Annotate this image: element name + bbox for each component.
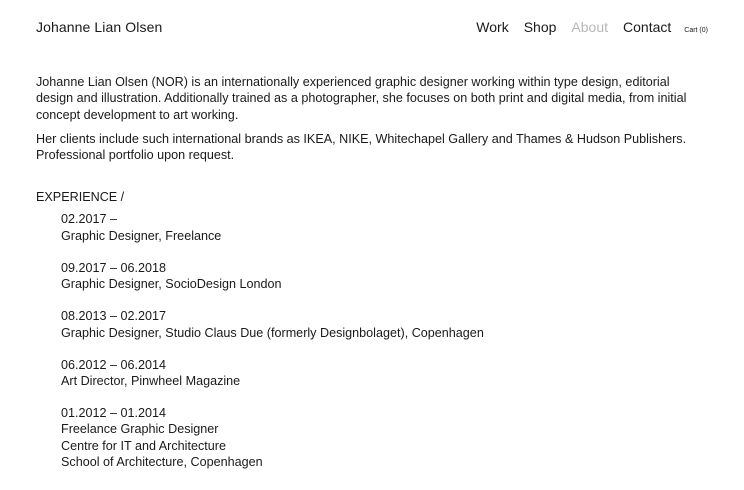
- experience-dates: 09.2017 – 06.2018: [61, 260, 167, 275]
- experience-item: 02.2017 – Graphic Designer, Freelance: [61, 211, 696, 243]
- experience-item: 06.2012 – 06.2014 Art Director, Pinwheel…: [61, 357, 696, 389]
- experience-item: 09.2017 – 06.2018 Graphic Designer, Soci…: [61, 260, 696, 292]
- nav-shop-link[interactable]: Shop: [524, 19, 557, 35]
- bio-section: Johanne Lian Olsen (NOR) is an internati…: [36, 74, 696, 163]
- nav-about-link[interactable]: About: [571, 19, 608, 35]
- experience-list: 02.2017 – Graphic Designer, Freelance 09…: [36, 211, 696, 469]
- experience-role: Graphic Designer, Studio Claus Due (form…: [61, 325, 484, 340]
- cart-link[interactable]: Cart (0): [684, 27, 708, 34]
- experience-item: 01.2012 – 01.2014 Freelance Graphic Desi…: [61, 405, 696, 470]
- bio-paragraph-2: Her clients include such international b…: [36, 131, 687, 163]
- about-content: Johanne Lian Olsen (NOR) is an internati…: [36, 74, 696, 486]
- experience-dates: 06.2012 – 06.2014: [61, 357, 167, 372]
- experience-dates: 08.2013 – 02.2017: [61, 309, 167, 324]
- nav-work-link[interactable]: Work: [476, 19, 508, 35]
- bio-paragraph-1: Johanne Lian Olsen (NOR) is an internati…: [36, 75, 687, 122]
- site-title-link[interactable]: Johanne Lian Olsen: [36, 19, 162, 35]
- experience-role: Graphic Designer, Freelance: [61, 228, 222, 243]
- experience-dates: 02.2017 –: [61, 212, 118, 227]
- site-header: Johanne Lian Olsen Work Shop About Conta…: [0, 0, 744, 56]
- nav-contact-link[interactable]: Contact: [623, 19, 671, 35]
- experience-item: 08.2013 – 02.2017 Graphic Designer, Stud…: [61, 308, 696, 340]
- experience-role: Art Director, Pinwheel Magazine: [61, 373, 241, 388]
- experience-section: EXPERIENCE / 02.2017 – Graphic Designer,…: [36, 189, 696, 469]
- experience-heading: EXPERIENCE /: [36, 190, 125, 205]
- main-nav: Work Shop About Contact Cart (0): [461, 19, 708, 35]
- experience-detail: Centre for IT and Architecture: [61, 438, 226, 453]
- experience-dates: 01.2012 – 01.2014: [61, 406, 167, 421]
- experience-role: Graphic Designer, SocioDesign London: [61, 277, 282, 292]
- experience-detail: School of Architecture, Copenhagen: [61, 454, 263, 469]
- experience-role: Freelance Graphic Designer: [61, 422, 219, 437]
